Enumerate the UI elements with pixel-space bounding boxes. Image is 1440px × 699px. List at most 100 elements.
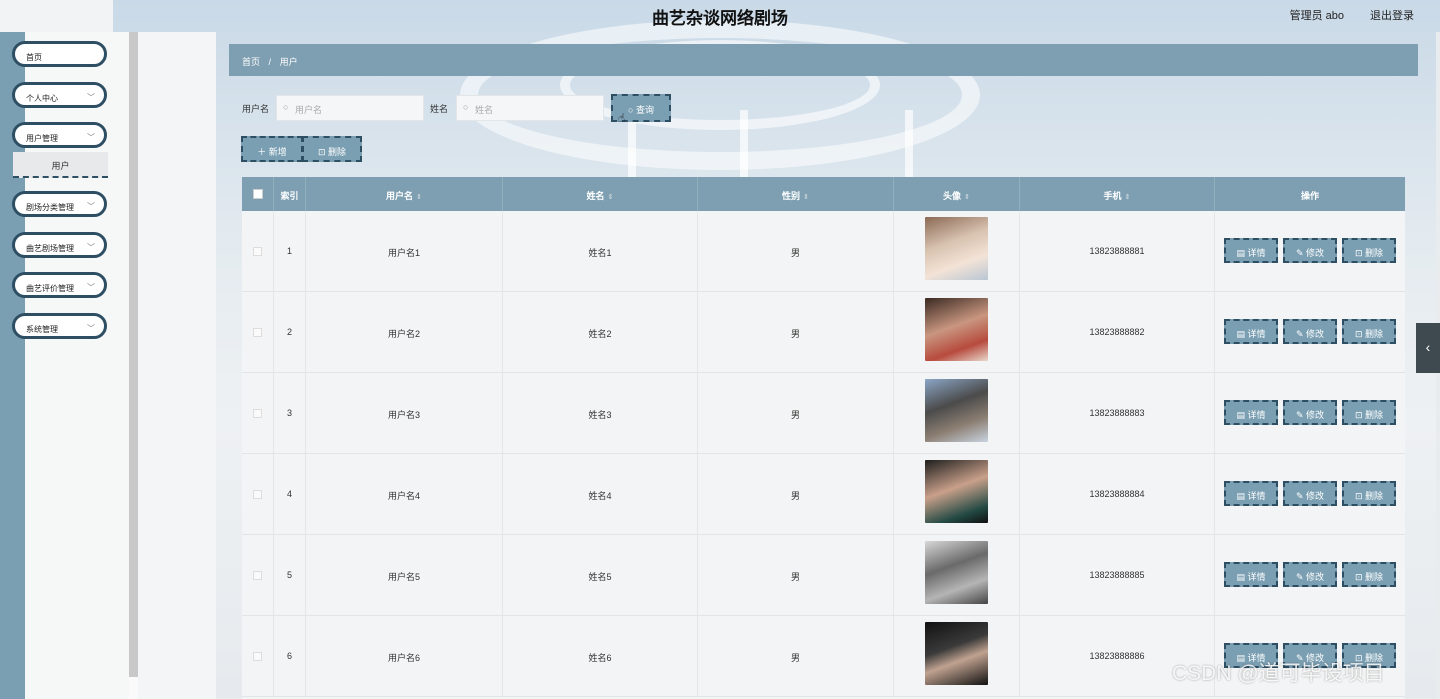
row-gender: 男 [698,292,894,372]
edit-button[interactable]: ✎ 修改 [1283,238,1337,263]
sidebar-item-label: 曲艺剧场管理 [26,244,74,253]
column-header-name[interactable]: 姓名 ⇕ [503,177,698,211]
chevron-down-icon: ﹀ [87,324,95,333]
column-header-phone[interactable]: 手机 ⇕ [1020,177,1215,211]
delete-label: 删除 [1365,572,1384,582]
detail-label: 详情 [1247,410,1266,420]
name-placeholder: 姓名 [475,105,494,115]
row-username: 用户名6 [306,616,503,696]
add-button[interactable]: ＋ 新增 [241,136,303,162]
column-header-actions: 操作 [1300,191,1319,201]
row-username: 用户名5 [306,535,503,615]
row-checkbox[interactable] [253,409,262,418]
column-header-label: 头像 [943,191,962,201]
detail-label: 详情 [1247,329,1266,339]
row-checkbox[interactable] [253,490,262,499]
delete-button[interactable]: ⊡ 删除 [1342,238,1396,263]
row-name: 姓名1 [503,211,698,291]
chevron-down-icon: ﹀ [87,202,95,211]
name-search-label: 姓名 [430,104,449,114]
row-name: 姓名5 [503,535,698,615]
table-header: 索引 用户名 ⇕ 姓名 ⇕ 性别 ⇕ 头像 ⇕ 手机 ⇕ 操作 [242,177,1405,211]
search-icon: ○ [463,102,469,112]
sidebar-item-theater-category[interactable]: 剧场分类管理 ﹀ [12,191,107,217]
row-select-cell [242,211,274,291]
sort-icon: ⇕ [1124,194,1131,201]
document-icon: ▤ [1236,572,1248,582]
avatar [925,217,988,280]
sidebar-item-user-management[interactable]: 用户管理 ﹀ [12,122,107,148]
delete-label: 删除 [1365,410,1384,420]
row-checkbox[interactable] [253,328,262,337]
row-name: 姓名4 [503,454,698,534]
detail-label: 详情 [1247,491,1266,501]
sidebar-item-personal-center[interactable]: 个人中心 ﹀ [12,82,107,108]
detail-button[interactable]: ▤ 详情 [1224,481,1278,506]
logout-link[interactable]: 退出登录 [1370,7,1414,23]
pencil-icon: ✎ [1295,248,1307,258]
row-username: 用户名3 [306,373,503,453]
table-row: 1 用户名1 姓名1 男 13823888881 ▤ 详情 ✎ 修改 ⊡ 删除 [242,211,1405,292]
edit-label: 修改 [1306,410,1325,420]
search-icon: ○ [628,105,636,115]
edit-button[interactable]: ✎ 修改 [1283,319,1337,344]
name-search-input[interactable]: ○ 姓名 [456,95,604,121]
column-header-gender[interactable]: 性别 ⇕ [698,177,894,211]
edit-label: 修改 [1306,248,1325,258]
sort-icon: ⇕ [803,194,809,201]
column-header-username[interactable]: 用户名 ⇕ [306,177,503,211]
row-select-cell [242,616,274,696]
row-index: 2 [274,292,306,372]
username-search-input[interactable]: ○ 用户名 [276,95,424,121]
row-index: 3 [274,373,306,453]
detail-button[interactable]: ▤ 详情 [1224,562,1278,587]
delete-button[interactable]: ⊡ 删除 [1342,319,1396,344]
breadcrumb-home[interactable]: 首页 [242,57,260,67]
detail-button[interactable]: ▤ 详情 [1224,400,1278,425]
sidebar-item-theater-management[interactable]: 曲艺剧场管理 ﹀ [12,232,107,258]
batch-delete-button[interactable]: ⊡ 删除 [302,136,362,162]
table-row: 5 用户名5 姓名5 男 13823888885 ▤ 详情 ✎ 修改 ⊡ 删除 [242,535,1405,616]
sidebar-scrollbar[interactable] [129,32,138,677]
row-phone: 13823888882 [1020,292,1215,372]
sidebar-scrollbar-arrow[interactable] [129,677,138,699]
detail-label: 详情 [1247,248,1266,258]
detail-button[interactable]: ▤ 详情 [1224,238,1278,263]
document-icon: ▤ [1236,491,1248,501]
row-gender: 男 [698,373,894,453]
sidebar-item-system[interactable]: 系统管理 ﹀ [12,313,107,339]
delete-button[interactable]: ⊡ 删除 [1342,400,1396,425]
plus-icon: ＋ [257,147,269,157]
column-header-avatar[interactable]: 头像 ⇕ [894,177,1020,211]
sidebar-item-home[interactable]: 首页 [12,41,107,67]
detail-button[interactable]: ▤ 详情 [1224,319,1278,344]
trash-icon: ⊡ [1354,329,1366,339]
sidebar-item-review-management[interactable]: 曲艺评价管理 ﹀ [12,272,107,298]
edit-button[interactable]: ✎ 修改 [1283,481,1337,506]
row-index: 6 [274,616,306,696]
edit-button[interactable]: ✎ 修改 [1283,400,1337,425]
row-checkbox[interactable] [253,652,262,661]
row-index: 5 [274,535,306,615]
pencil-icon: ✎ [1295,572,1307,582]
avatar [925,379,988,442]
row-gender: 男 [698,616,894,696]
delete-button[interactable]: ⊡ 删除 [1342,481,1396,506]
edit-label: 修改 [1306,329,1325,339]
row-gender: 男 [698,211,894,291]
row-checkbox[interactable] [253,247,262,256]
edit-button[interactable]: ✎ 修改 [1283,562,1337,587]
query-button-label: 查询 [635,105,654,115]
row-checkbox[interactable] [253,571,262,580]
avatar [925,622,988,685]
row-phone: 13823888884 [1020,454,1215,534]
column-header-label: 姓名 [586,191,605,201]
delete-button[interactable]: ⊡ 删除 [1342,562,1396,587]
chevron-left-icon[interactable]: ‹ [1416,323,1440,373]
select-all-checkbox[interactable] [253,189,263,199]
row-name: 姓名3 [503,373,698,453]
row-select-cell [242,373,274,453]
sidebar-subitem-users[interactable]: 用户 [13,152,108,178]
sidebar-item-label: 首页 [26,53,42,62]
column-header-label: 性别 [782,191,801,201]
